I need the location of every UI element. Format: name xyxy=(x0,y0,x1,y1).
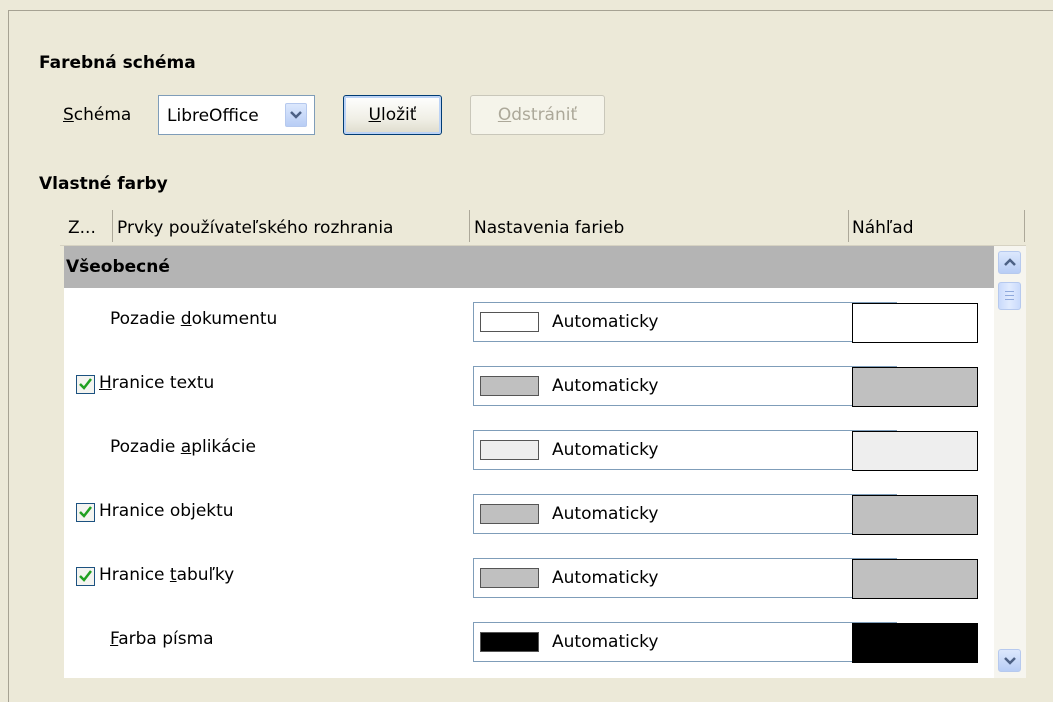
list-item[interactable]: Hranice tabuľky Automaticky xyxy=(64,544,994,610)
color-preview xyxy=(852,495,978,535)
element-label: Hranice objektu xyxy=(99,501,234,521)
save-button[interactable]: Uložiť xyxy=(343,95,442,135)
element-label: Hranice tabuľky xyxy=(99,565,235,585)
color-preview xyxy=(852,303,978,343)
show-checkbox[interactable] xyxy=(76,375,95,394)
column-header-preview[interactable]: Náhľad xyxy=(852,218,914,238)
list-item[interactable]: Pozadie dokumentu Automaticky xyxy=(64,288,994,354)
color-name: Automaticky xyxy=(552,440,659,460)
scroll-down-icon[interactable] xyxy=(998,649,1021,672)
column-header-ui-elements[interactable]: Prvky používateľského rozhrania xyxy=(117,218,393,238)
list-item[interactable]: Hranice textu Automaticky xyxy=(64,352,994,418)
scheme-label: Schéma xyxy=(63,105,132,125)
color-swatch xyxy=(480,440,539,460)
element-label: Pozadie aplikácie xyxy=(110,437,256,457)
column-header-row: Z... Prvky používateľského rozhrania Nas… xyxy=(60,208,1026,246)
color-name: Automaticky xyxy=(552,312,659,332)
vertical-scrollbar[interactable] xyxy=(994,246,1026,678)
color-swatch xyxy=(480,568,539,588)
scroll-up-icon[interactable] xyxy=(998,251,1021,274)
color-select[interactable]: Automaticky xyxy=(473,494,897,534)
color-swatch xyxy=(480,504,539,524)
color-name: Automaticky xyxy=(552,504,659,524)
delete-button[interactable]: Odstrániť xyxy=(470,95,605,135)
color-name: Automaticky xyxy=(552,568,659,588)
chevron-down-icon[interactable] xyxy=(285,103,307,127)
color-preview xyxy=(852,623,978,663)
list-item[interactable]: Hranice objektu Automaticky xyxy=(64,480,994,546)
column-header-color-setting[interactable]: Nastavenia farieb xyxy=(474,218,624,238)
color-select[interactable]: Automaticky xyxy=(473,302,897,342)
color-swatch xyxy=(480,312,539,332)
column-header-on[interactable]: Z... xyxy=(68,218,96,238)
scheme-select-value: LibreOffice xyxy=(167,106,259,126)
element-label: Hranice textu xyxy=(99,373,215,393)
color-name: Automaticky xyxy=(552,376,659,396)
color-swatch xyxy=(480,376,539,396)
color-preview xyxy=(852,431,978,471)
show-checkbox[interactable] xyxy=(76,567,95,586)
color-name: Automaticky xyxy=(552,632,659,652)
list-item[interactable]: Pozadie aplikácie Automaticky xyxy=(64,416,994,482)
group-name: Všeobecné xyxy=(66,257,170,277)
color-select[interactable]: Automaticky xyxy=(473,622,897,662)
group-header: Všeobecné xyxy=(64,246,994,288)
color-select[interactable]: Automaticky xyxy=(473,366,897,406)
element-label: Farba písma xyxy=(110,629,214,649)
show-checkbox[interactable] xyxy=(76,503,95,522)
list-item[interactable]: Farba písma Automaticky xyxy=(64,608,994,674)
color-preview xyxy=(852,367,978,407)
scrollbar-thumb[interactable] xyxy=(998,282,1021,310)
color-swatch xyxy=(480,632,539,652)
custom-colors-list: Všeobecné Pozadie dokumentu Automaticky Hr… xyxy=(64,246,994,678)
color-select[interactable]: Automaticky xyxy=(473,558,897,598)
scheme-select[interactable]: LibreOffice xyxy=(158,95,315,135)
color-scheme-heading: Farebná schéma xyxy=(39,53,196,73)
color-preview xyxy=(852,559,978,599)
element-label: Pozadie dokumentu xyxy=(110,309,278,329)
custom-colors-heading: Vlastné farby xyxy=(39,174,168,194)
color-select[interactable]: Automaticky xyxy=(473,430,897,470)
